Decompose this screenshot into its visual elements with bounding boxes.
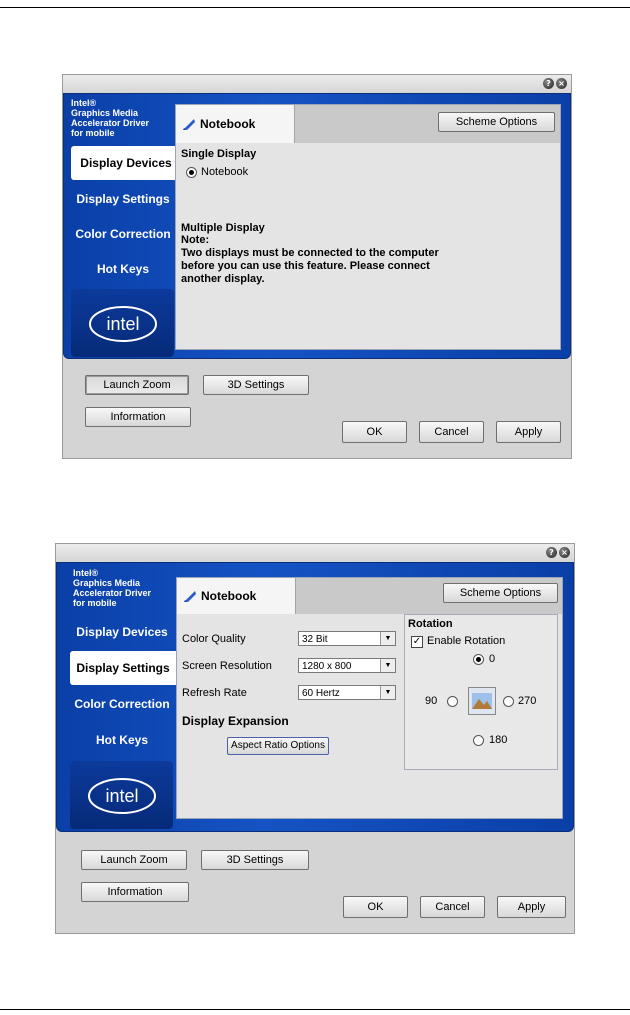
intel-logo: intel: [71, 289, 174, 357]
rotation-180-label: 180: [489, 734, 508, 746]
launch-zoom-button[interactable]: Launch Zoom: [81, 850, 187, 870]
brand-line: Graphics Media: [73, 578, 141, 588]
information-button[interactable]: Information: [85, 407, 191, 427]
tab-label: Notebook: [200, 117, 256, 131]
color-quality-select[interactable]: 32 Bit ▼: [298, 631, 396, 646]
nav-display-settings[interactable]: Display Settings: [71, 182, 175, 216]
rotation-preview-icon: [468, 687, 496, 715]
multiple-display-heading: Multiple Display: [181, 222, 265, 234]
note-text: before you can use this feature. Please …: [181, 260, 430, 272]
logo-text: intel: [105, 786, 138, 806]
close-icon[interactable]: ×: [556, 78, 567, 89]
launch-zoom-button[interactable]: Launch Zoom: [85, 375, 189, 395]
rotation-90-label: 90: [425, 695, 438, 707]
rotation-90-radio[interactable]: [447, 696, 458, 707]
nav-display-settings[interactable]: Display Settings: [70, 651, 176, 685]
nav-display-devices[interactable]: Display Devices: [71, 146, 181, 180]
brand-line: for mobile: [73, 598, 117, 608]
screen-resolution-select[interactable]: 1280 x 800 ▼: [298, 658, 396, 673]
brand-line: Graphics Media: [71, 108, 139, 118]
cancel-button[interactable]: Cancel: [420, 896, 485, 918]
refresh-rate-label: Refresh Rate: [182, 687, 247, 699]
apply-button[interactable]: Apply: [496, 421, 561, 443]
notebook-radio[interactable]: [186, 167, 197, 178]
brand-line: Accelerator Driver: [73, 588, 152, 598]
3d-settings-button[interactable]: 3D Settings: [201, 850, 309, 870]
main-panel: Intel® Graphics Media Accelerator Driver…: [56, 562, 574, 832]
screen-resolution-label: Screen Resolution: [182, 660, 272, 672]
enable-rotation-label: Enable Rotation: [427, 635, 506, 647]
single-display-heading: Single Display: [181, 148, 257, 160]
dialog-display-settings: ? × Intel® Graphics Media Accelerator Dr…: [55, 543, 575, 934]
brand-text: Intel® Graphics Media Accelerator Driver…: [71, 98, 149, 138]
top-rule: [0, 7, 630, 8]
scheme-options-button[interactable]: Scheme Options: [438, 112, 555, 132]
content-area: Notebook Scheme Options Color Quality 32…: [176, 577, 563, 819]
logo-text: intel: [106, 314, 139, 334]
nav-hot-keys[interactable]: Hot Keys: [71, 252, 175, 286]
brand-line: Accelerator Driver: [71, 118, 150, 128]
enable-rotation-checkbox[interactable]: ✓: [411, 636, 423, 648]
ok-button[interactable]: OK: [342, 421, 407, 443]
3d-settings-button[interactable]: 3D Settings: [203, 375, 309, 395]
cancel-button[interactable]: Cancel: [419, 421, 484, 443]
bottom-rule: [0, 1009, 630, 1010]
rotation-0-label: 0: [489, 653, 496, 665]
scheme-options-button[interactable]: Scheme Options: [443, 583, 558, 603]
main-panel: Intel® Graphics Media Accelerator Driver…: [63, 93, 571, 359]
apply-button[interactable]: Apply: [497, 896, 566, 918]
notebook-radio-label: Notebook: [201, 166, 249, 178]
rotation-0-radio[interactable]: [473, 654, 484, 665]
content-area: Notebook Scheme Options Single Display N…: [175, 104, 561, 350]
information-button[interactable]: Information: [81, 882, 189, 902]
dialog-display-devices: ? × Intel® Graphics Media Accelerator Dr…: [62, 74, 572, 459]
color-quality-label: Color Quality: [182, 633, 246, 645]
screen-resolution-value: 1280 x 800: [302, 661, 352, 672]
brand-line: Intel®: [73, 568, 99, 578]
title-bar: ? ×: [56, 544, 574, 562]
help-icon[interactable]: ?: [546, 547, 557, 558]
tab-notebook[interactable]: Notebook: [176, 105, 295, 143]
nav-color-correction[interactable]: Color Correction: [70, 687, 174, 721]
title-bar: ? ×: [63, 75, 571, 93]
brand-line: Intel®: [71, 98, 97, 108]
tab-label: Notebook: [201, 589, 257, 603]
nav-display-devices[interactable]: Display Devices: [70, 615, 174, 649]
chevron-down-icon[interactable]: ▼: [380, 659, 395, 672]
note-label: Note:: [181, 234, 210, 246]
ok-button[interactable]: OK: [343, 896, 408, 918]
aspect-ratio-options-button[interactable]: Aspect Ratio Options: [227, 737, 329, 755]
chevron-down-icon[interactable]: ▼: [380, 632, 395, 645]
rotation-270-label: 270: [518, 695, 537, 707]
rotation-270-radio[interactable]: [503, 696, 514, 707]
note-text: Two displays must be connected to the co…: [181, 247, 439, 259]
notebook-icon: [184, 591, 196, 602]
display-expansion-heading: Display Expansion: [182, 714, 289, 728]
note-text: another display.: [181, 273, 265, 285]
chevron-down-icon[interactable]: ▼: [380, 686, 395, 699]
intel-logo-icon: intel: [88, 778, 156, 814]
tab-notebook[interactable]: Notebook: [177, 578, 296, 614]
intel-logo-icon: intel: [89, 306, 157, 342]
rotation-heading: Rotation: [408, 618, 453, 630]
refresh-rate-select[interactable]: 60 Hertz ▼: [298, 685, 396, 700]
refresh-rate-value: 60 Hertz: [302, 688, 340, 699]
nav-color-correction[interactable]: Color Correction: [71, 217, 175, 251]
brand-text: Intel® Graphics Media Accelerator Driver…: [73, 568, 151, 608]
rotation-180-radio[interactable]: [473, 735, 484, 746]
nav-hot-keys[interactable]: Hot Keys: [70, 723, 174, 757]
brand-line: for mobile: [71, 128, 115, 138]
intel-logo: intel: [70, 761, 173, 829]
help-icon[interactable]: ?: [543, 78, 554, 89]
close-icon[interactable]: ×: [559, 547, 570, 558]
notebook-icon: [183, 119, 195, 130]
rotation-group: Rotation ✓ Enable Rotation 0 90 270 180: [404, 614, 558, 770]
color-quality-value: 32 Bit: [302, 634, 328, 645]
